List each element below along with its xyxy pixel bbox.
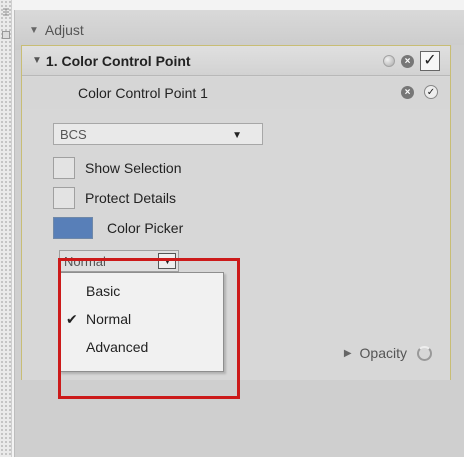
- ccp-header-icons: × ✓: [383, 51, 440, 71]
- menu-item-basic[interactable]: Basic: [86, 283, 120, 299]
- ring-icon[interactable]: [417, 345, 432, 361]
- check-icon: ✔: [66, 311, 78, 327]
- color-picker-row[interactable]: Color Picker: [53, 217, 183, 239]
- adjust-title: Adjust: [44, 22, 84, 38]
- color-swatch[interactable]: [53, 217, 93, 239]
- check-icon: ✓: [423, 52, 437, 69]
- editor-page: ▼ Adjust ▼ 1. Color Control Point × ✓ Co…: [0, 0, 464, 457]
- menu-item-advanced[interactable]: Advanced: [86, 339, 148, 355]
- dot-icon[interactable]: [383, 55, 395, 67]
- triangle-right-icon[interactable]: ▶: [344, 348, 352, 359]
- ccp-item-row[interactable]: Color Control Point 1 × ✓: [22, 77, 450, 109]
- protect-details-row[interactable]: Protect Details: [53, 187, 176, 209]
- check-circle-icon[interactable]: ✓: [424, 85, 438, 99]
- close-circle-icon[interactable]: ×: [401, 85, 414, 99]
- method-select[interactable]: BCS ▼: [53, 123, 263, 145]
- triangle-down-icon[interactable]: ▼: [32, 55, 42, 66]
- show-selection-checkbox[interactable]: [53, 157, 75, 179]
- panel-right-edge: [452, 45, 464, 380]
- color-control-point-panel: ▼ 1. Color Control Point × ✓ Color Contr…: [21, 45, 451, 380]
- ccp-item-label: Color Control Point 1: [78, 85, 208, 101]
- left-gutter: [0, 0, 12, 457]
- ccp-title: 1. Color Control Point: [45, 52, 191, 69]
- enable-checkbox[interactable]: ✓: [420, 51, 440, 71]
- chevron-down-icon: ▼: [232, 130, 242, 141]
- mode-dropdown-menu: Basic ✔ Normal Advanced: [59, 272, 224, 372]
- opacity-label: Opacity: [359, 345, 407, 361]
- show-selection-row[interactable]: Show Selection: [53, 157, 182, 179]
- close-circle-icon[interactable]: ×: [401, 54, 414, 68]
- gutter-square-icon: [2, 31, 10, 39]
- color-picker-label: Color Picker: [107, 220, 184, 236]
- triangle-down-icon: ▼: [29, 24, 39, 36]
- ccp-content: BCS ▼ Show Selection Protect Details Col…: [22, 109, 450, 380]
- opacity-row[interactable]: ▶ Opacity: [344, 345, 432, 361]
- adjust-header[interactable]: ▼ Adjust: [15, 10, 464, 50]
- ccp-item-icons: × ✓: [401, 85, 438, 99]
- protect-details-label: Protect Details: [85, 190, 177, 206]
- mode-select-value: Normal: [64, 254, 106, 269]
- show-selection-label: Show Selection: [85, 160, 182, 176]
- protect-details-checkbox[interactable]: [53, 187, 75, 209]
- gutter-grip-icon: [2, 3, 10, 16]
- ccp-header[interactable]: ▼ 1. Color Control Point × ✓: [22, 46, 450, 76]
- mode-select[interactable]: Normal ▼: [59, 250, 179, 272]
- chevron-down-icon: ▼: [163, 256, 172, 266]
- menu-item-normal[interactable]: Normal: [86, 311, 131, 327]
- mode-dropdown-button[interactable]: ▼: [158, 253, 176, 269]
- method-select-value: BCS: [60, 127, 87, 142]
